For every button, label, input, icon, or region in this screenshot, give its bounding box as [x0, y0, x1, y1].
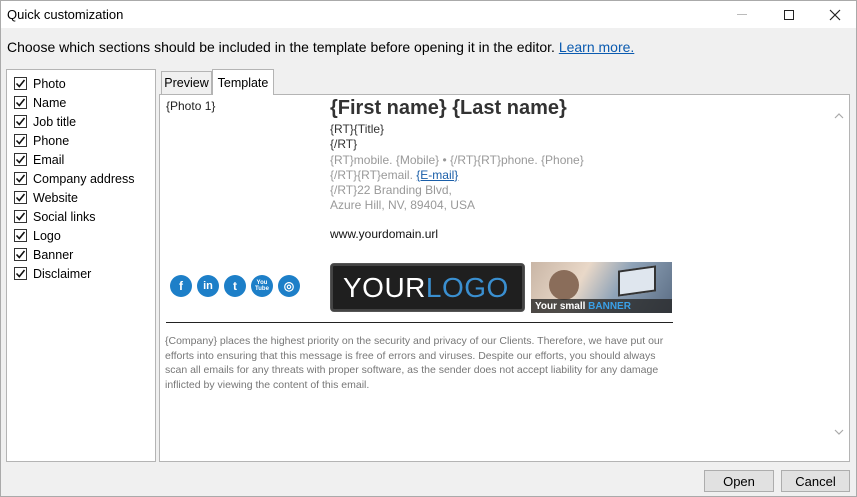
section-checkbox-phone[interactable]: Phone	[14, 132, 69, 149]
checkmark-icon	[15, 155, 26, 164]
signature-name: {First name} {Last name}	[330, 97, 567, 119]
vertical-scrollbar[interactable]	[830, 101, 848, 446]
signature-address-2: Azure Hill, NV, 89404, USA	[330, 198, 475, 212]
section-checkbox-banner[interactable]: Banner	[14, 246, 73, 263]
twitter-icon[interactable]: t	[224, 275, 246, 297]
section-checkbox-social-links[interactable]: Social links	[14, 208, 96, 225]
minimize-button[interactable]	[719, 1, 765, 28]
checkbox-box[interactable]	[14, 191, 27, 204]
checkbox-label: Social links	[33, 209, 96, 224]
checkmark-icon	[15, 79, 26, 88]
logo-text-logo: LOGO	[425, 271, 509, 303]
email-prefix: {/RT}{RT}email.	[330, 168, 417, 182]
section-checkbox-job-title[interactable]: Job title	[14, 113, 76, 130]
signature-address-1: {/RT}22 Branding Blvd,	[330, 183, 452, 197]
checkbox-label: Company address	[33, 171, 135, 186]
learn-more-link[interactable]: Learn more.	[559, 39, 634, 55]
linkedin-icon[interactable]: in	[197, 275, 219, 297]
disclaimer-divider	[166, 322, 673, 323]
checkbox-label: Email	[33, 152, 65, 167]
disclaimer-text: {Company} places the highest priority on…	[165, 335, 664, 391]
section-checkbox-company-address[interactable]: Company address	[14, 170, 134, 187]
sections-list: Photo Name Job title Phone Email Company addr…	[6, 69, 156, 462]
tab-preview[interactable]: Preview	[161, 71, 212, 94]
tab-template[interactable]: Template	[212, 69, 274, 95]
maximize-button[interactable]	[766, 1, 812, 28]
banner-text-highlight: BANNER	[588, 301, 631, 312]
checkbox-box[interactable]	[14, 267, 27, 280]
signature-rt-close: {/RT}	[330, 137, 358, 151]
banner-image: Your small BANNER	[531, 262, 672, 313]
instruction-label: Choose which sections should be included…	[7, 39, 555, 55]
photo-placeholder: {Photo 1}	[166, 99, 216, 113]
section-checkbox-website[interactable]: Website	[14, 189, 78, 206]
checkbox-label: Phone	[33, 133, 70, 148]
close-button[interactable]	[812, 1, 857, 28]
checkbox-box[interactable]	[14, 134, 27, 147]
checkbox-label: Banner	[33, 247, 74, 262]
cancel-button[interactable]: Cancel	[781, 470, 850, 492]
instagram-icon[interactable]: ◎	[278, 275, 300, 297]
checkbox-label: Photo	[33, 76, 66, 91]
signature-email: {/RT}{RT}email. {E-mail}	[330, 168, 458, 182]
scroll-down-icon[interactable]	[834, 427, 844, 437]
maximize-icon	[784, 9, 794, 20]
section-checkbox-name[interactable]: Name	[14, 94, 66, 111]
signature-website: www.yourdomain.url	[330, 227, 439, 241]
logo-image: YOUR LOGO	[330, 263, 525, 312]
checkbox-label: Disclaimer	[33, 266, 92, 281]
checkbox-label: Website	[33, 190, 78, 205]
checkmark-icon	[15, 212, 26, 221]
banner-text: Your small BANNER	[535, 301, 631, 312]
banner-text-main: Your small	[535, 301, 586, 312]
checkmark-icon	[15, 136, 26, 145]
signature-title: {RT}{Title}	[330, 122, 385, 136]
section-checkbox-photo[interactable]: Photo	[14, 75, 66, 92]
checkbox-box[interactable]	[14, 77, 27, 90]
checkbox-box[interactable]	[14, 115, 27, 128]
email-link[interactable]: {E-mail}	[416, 168, 458, 182]
scroll-up-icon[interactable]	[834, 111, 844, 121]
banner-laptop-shape	[618, 265, 656, 297]
minimize-icon	[737, 14, 747, 15]
checkbox-label: Name	[33, 95, 67, 110]
title-bar: Quick customization	[1, 1, 856, 28]
instruction-text: Choose which sections should be included…	[7, 39, 634, 55]
checkbox-box[interactable]	[14, 96, 27, 109]
window-title: Quick customization	[7, 7, 124, 22]
checkmark-icon	[15, 269, 26, 278]
checkbox-box[interactable]	[14, 153, 27, 166]
section-checkbox-disclaimer[interactable]: Disclaimer	[14, 265, 91, 282]
checkbox-box[interactable]	[14, 229, 27, 242]
checkbox-label: Job title	[33, 114, 77, 129]
open-button[interactable]: Open	[704, 470, 774, 492]
youtube-icon[interactable]: You Tube	[251, 275, 273, 297]
checkbox-box[interactable]	[14, 172, 27, 185]
checkmark-icon	[15, 250, 26, 259]
checkmark-icon	[15, 174, 26, 183]
checkbox-label: Logo	[33, 228, 61, 243]
checkbox-box[interactable]	[14, 210, 27, 223]
section-checkbox-logo[interactable]: Logo	[14, 227, 61, 244]
checkbox-box[interactable]	[14, 248, 27, 261]
checkmark-icon	[15, 193, 26, 202]
checkmark-icon	[15, 117, 26, 126]
checkmark-icon	[15, 98, 26, 107]
signature-phone: {RT}mobile. {Mobile} • {/RT}{RT}phone. {…	[330, 153, 584, 167]
banner-person-shape	[549, 270, 579, 300]
checkmark-icon	[15, 231, 26, 240]
quick-customization-dialog: Quick customization Choose which section…	[0, 0, 857, 497]
logo-text-your: YOUR	[343, 271, 426, 303]
close-icon	[829, 9, 841, 20]
facebook-icon[interactable]: f	[170, 275, 192, 297]
section-checkbox-email[interactable]: Email	[14, 151, 64, 168]
